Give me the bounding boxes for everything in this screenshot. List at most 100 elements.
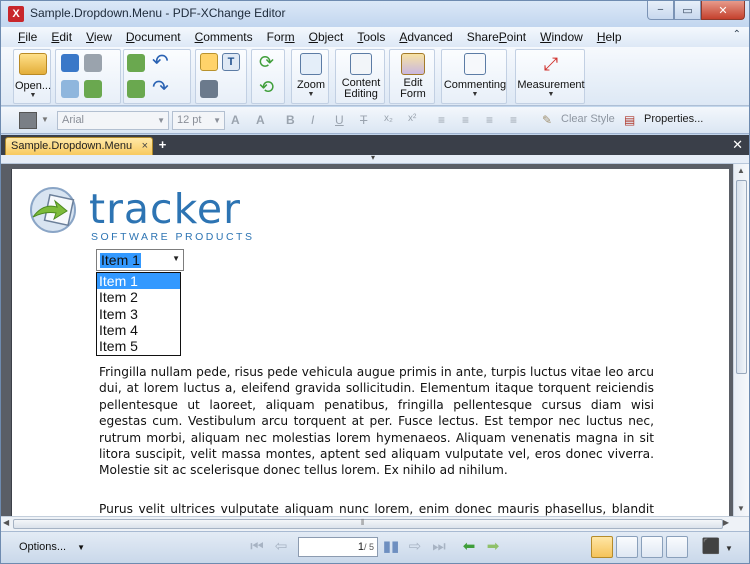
email-icon[interactable] [84,80,102,98]
tab-close-icon[interactable]: × [142,138,148,154]
clear-style-label[interactable]: Clear Style [561,113,615,125]
horizontal-scroll-thumb[interactable] [13,519,723,529]
superscript-icon[interactable]: x² [408,113,416,124]
last-page-icon[interactable]: ⏭ [429,538,449,556]
new-tab-icon[interactable]: + [156,138,169,152]
rotate-cw-icon[interactable]: ⟳ [259,53,277,71]
single-page-view-icon[interactable] [591,536,613,558]
import-icon[interactable] [127,54,145,72]
menu-advanced[interactable]: Advanced [392,27,459,47]
select-text-icon[interactable]: T [222,53,240,71]
vertical-scroll-thumb[interactable] [736,180,747,374]
export-icon[interactable] [127,80,145,98]
edit-form-button[interactable]: Edit Form [390,53,436,100]
align-left-icon[interactable]: ≡ [438,113,445,127]
align-center-icon[interactable]: ≡ [462,113,469,127]
undo-group: ↶ ↷ [123,49,191,104]
view-caret-icon[interactable]: ▼ [725,544,733,553]
menu-object[interactable]: Object [302,27,351,47]
properties-icon[interactable]: ▤ [624,113,635,127]
menu-comments[interactable]: Comments [188,27,260,47]
pane-splitter[interactable]: ▾ [1,153,749,164]
print-icon[interactable] [84,54,102,72]
horizontal-scrollbar[interactable]: ◀ ⦀ ▶ [1,516,749,531]
open-button[interactable]: Open... ▼ [14,53,52,99]
next-view-icon[interactable]: ➡ [483,538,503,556]
close-button[interactable]: ✕ [701,1,745,20]
properties-label[interactable]: Properties... [644,113,703,125]
font-name-combo[interactable]: Arial ▼ [57,111,169,130]
undo-icon[interactable]: ↶ [152,52,170,72]
dropdown-option[interactable]: Item 4 [97,322,180,338]
snapshot-icon[interactable] [200,80,218,98]
scroll-up-icon[interactable]: ▲ [737,166,745,175]
align-justify-icon[interactable]: ≡ [510,113,517,127]
pdf-icon[interactable]: ⬛ [701,538,721,556]
folder-icon [19,53,47,75]
dropdown-caret-icon[interactable]: ▼ [172,254,180,263]
dropdown-field[interactable]: Item 1 ▼ [96,249,184,271]
menu-form[interactable]: Form [260,27,302,47]
grow-font-icon[interactable]: A [231,113,240,127]
menu-help[interactable]: Help [590,27,629,47]
hand-tool-icon[interactable] [200,53,218,71]
menu-file[interactable]: File [11,27,44,47]
underline-icon[interactable]: U [335,113,344,127]
document-viewport[interactable]: tracker SOFTWARE PRODUCTS Item 1 ▼ Item … [1,164,749,516]
clear-style-icon[interactable]: ✎ [542,113,552,127]
measurement-button[interactable]: ⤢ Measurement ▼ [516,53,586,98]
scroll-left-icon[interactable]: ◀ [3,518,9,527]
facing-continuous-view-icon[interactable] [666,536,688,558]
content-editing-group: Content Editing [335,49,385,104]
dropdown-option[interactable]: Item 5 [97,338,180,354]
dropdown-option[interactable]: Item 3 [97,306,180,322]
status-bar: Options... ▼ ⏮ ⇦ 1/ 5 ▮▮ ⇨ ⏭ ⬅ ➡ ⬛ ▼ [1,531,749,563]
italic-icon[interactable]: I [311,113,314,127]
menu-window[interactable]: Window [533,27,590,47]
scroll-down-icon[interactable]: ▼ [737,504,745,513]
tab-sample-dropdown-menu[interactable]: Sample.Dropdown.Menu × [5,137,153,155]
previous-page-icon[interactable]: ⇦ [271,538,291,556]
menu-tools[interactable]: Tools [350,27,392,47]
menu-sharepoint[interactable]: SharePoint [460,27,533,47]
zoom-button[interactable]: Zoom ▼ [292,53,330,98]
redo-icon[interactable]: ↷ [152,78,170,98]
dropdown-option[interactable]: Item 1 [97,273,180,290]
minimize-button[interactable]: − [647,1,674,20]
content-editing-button[interactable]: Content Editing [336,53,386,100]
fill-color-icon[interactable] [19,112,37,129]
page-number-input[interactable]: 1/ 5 [298,537,378,557]
ribbon-collapse-icon[interactable]: ⌃ [733,29,741,40]
previous-view-icon[interactable]: ⬅ [459,538,479,556]
align-right-icon[interactable]: ≡ [486,113,493,127]
menu-edit[interactable]: Edit [44,27,79,47]
dropdown-list: Item 1 Item 2 Item 3 Item 4 Item 5 [96,272,181,356]
options-menu[interactable]: Options... ▼ [19,541,85,553]
vertical-scrollbar[interactable]: ▲ ▼ [733,164,749,516]
commenting-group: Commenting ▼ [441,49,507,104]
dropdown-option[interactable]: Item 2 [97,289,180,305]
measurement-group: ⤢ Measurement ▼ [515,49,585,104]
close-document-icon[interactable]: ✕ [732,137,743,153]
save-icon[interactable] [61,54,79,72]
bold-icon[interactable]: B [286,113,295,127]
menu-view[interactable]: View [79,27,119,47]
next-page-icon[interactable]: ⇨ [405,538,425,556]
shrink-font-icon[interactable]: A [256,113,265,127]
page-layout-icon[interactable]: ▮▮ [381,538,401,556]
first-page-icon[interactable]: ⏮ [247,538,267,556]
strikethrough-icon[interactable]: T [360,113,367,127]
scroll-right-icon[interactable]: ▶ [723,518,729,527]
menu-access-key: T [357,30,364,44]
content-editing-label-2: Editing [344,88,378,100]
rotate-ccw-icon[interactable]: ⟲ [259,78,277,96]
font-size-combo[interactable]: 12 pt ▼ [172,111,225,130]
facing-view-icon[interactable] [641,536,663,558]
continuous-view-icon[interactable] [616,536,638,558]
maximize-button[interactable]: ▭ [674,1,701,20]
commenting-button[interactable]: Commenting ▼ [442,53,508,98]
fill-color-caret-icon[interactable]: ▼ [41,115,49,124]
subscript-icon[interactable]: x₂ [384,113,393,124]
scan-icon[interactable] [61,80,79,98]
menu-document[interactable]: Document [119,27,188,47]
